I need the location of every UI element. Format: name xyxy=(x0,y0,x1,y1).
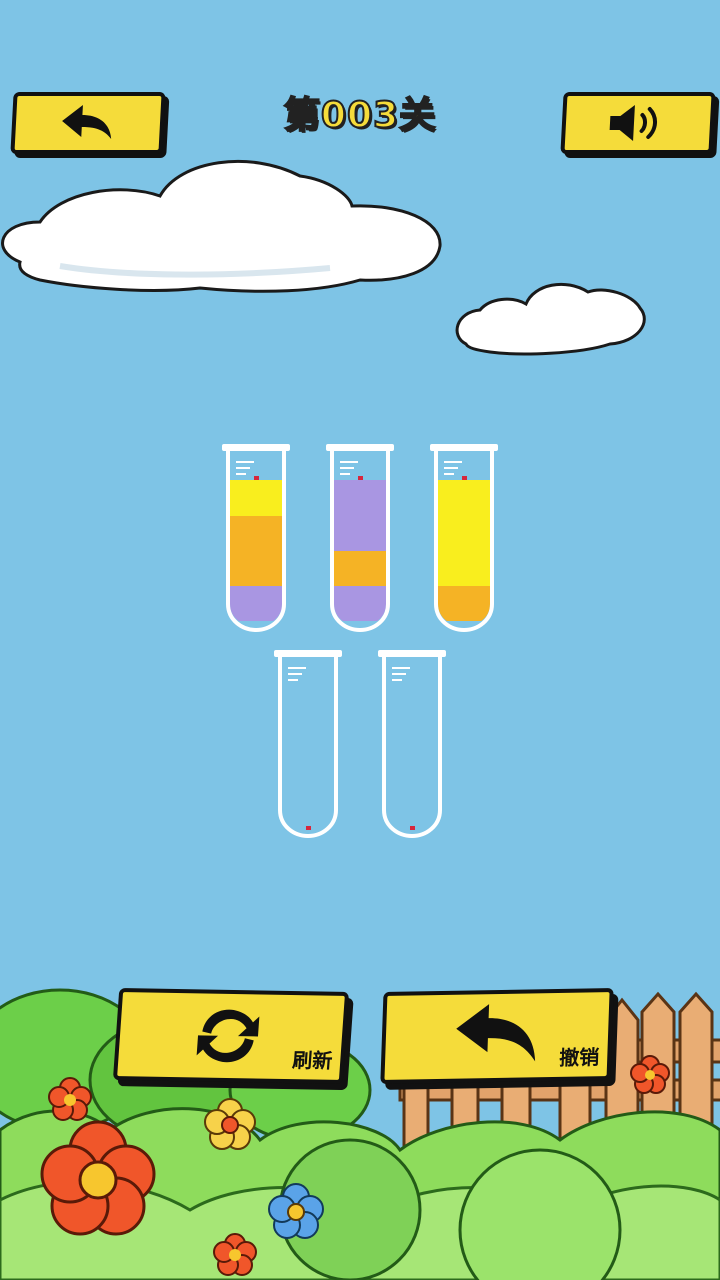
tube-rim xyxy=(274,650,342,657)
liquid-layer-yellow xyxy=(230,480,282,516)
liquid-layer-orange xyxy=(230,515,282,551)
liquid-layer-orange xyxy=(438,585,490,621)
level-marker xyxy=(358,476,363,480)
liquid-layer-yellow xyxy=(438,550,490,586)
tube-outline xyxy=(382,656,442,839)
level-marker xyxy=(410,826,415,830)
cloud-small xyxy=(455,282,646,356)
undo-label: 撤销 xyxy=(558,1045,600,1070)
undo-arrow-icon xyxy=(456,1004,536,1062)
tube-outline xyxy=(278,656,338,839)
liquid-layer-orange xyxy=(230,550,282,586)
speaker-icon xyxy=(609,105,658,141)
level-marker xyxy=(254,476,259,480)
tube-2[interactable] xyxy=(326,444,394,633)
back-button[interactable] xyxy=(10,92,166,154)
background-scenery xyxy=(0,159,720,1280)
tube-4[interactable] xyxy=(274,650,342,839)
liquid-layer-purple xyxy=(334,515,386,551)
back-arrow-icon xyxy=(62,105,112,139)
level-marker xyxy=(462,476,467,480)
liquid-layer-yellow xyxy=(438,480,490,516)
liquid-layer-purple xyxy=(230,585,282,621)
tube-3[interactable] xyxy=(430,444,498,633)
tube-5[interactable] xyxy=(378,650,446,839)
sound-button[interactable] xyxy=(560,92,716,154)
tube-1[interactable] xyxy=(222,444,290,633)
liquid-layer-purple xyxy=(334,585,386,621)
liquid-layer-yellow xyxy=(438,515,490,551)
tube-rim xyxy=(430,444,498,451)
cloud-large xyxy=(1,159,442,293)
undo-button[interactable]: 撤销 xyxy=(380,988,614,1084)
game-stage: 第003关 刷新 撤销 xyxy=(0,0,720,1280)
refresh-label: 刷新 xyxy=(291,1048,334,1073)
tube-rim xyxy=(222,444,290,451)
level-marker xyxy=(306,826,311,830)
tube-rim xyxy=(378,650,446,657)
level-title: 第003关 xyxy=(283,94,437,137)
refresh-button[interactable]: 刷新 xyxy=(112,988,350,1084)
liquid-layer-purple xyxy=(334,480,386,516)
tube-rim xyxy=(326,444,394,451)
refresh-icon xyxy=(196,1009,260,1063)
liquid-layer-orange xyxy=(334,550,386,586)
